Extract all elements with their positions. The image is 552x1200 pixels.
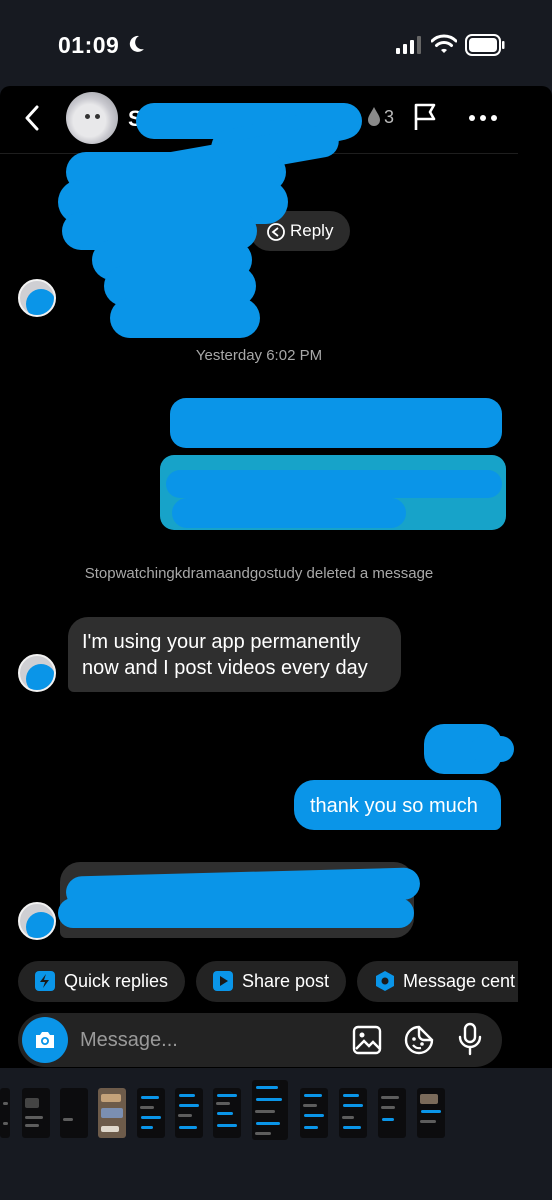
redacted-outgoing-message — [170, 398, 502, 448]
flag-icon[interactable] — [412, 102, 440, 132]
gallery-icon[interactable] — [352, 1025, 382, 1055]
redaction-scribble — [172, 498, 406, 528]
play-icon — [213, 971, 233, 991]
screenshot-thumbnail[interactable] — [339, 1088, 367, 1138]
wifi-icon — [431, 34, 457, 53]
incoming-message-line-1: I'm using your app permanently — [82, 631, 361, 653]
more-options-icon[interactable] — [468, 114, 498, 122]
redaction-scribble — [470, 736, 514, 762]
redaction-scribble — [58, 898, 414, 928]
cellular-signal-icon — [396, 36, 421, 54]
deleted-message-notice: Stopwatchingkdramaandgostudy deleted a m… — [84, 565, 434, 582]
microphone-icon[interactable] — [456, 1022, 484, 1056]
screenshot-thumbnail[interactable] — [378, 1088, 406, 1138]
screenshot-thumbnail[interactable] — [175, 1088, 203, 1138]
hexagon-icon — [376, 971, 394, 991]
screenshot-thumbnail[interactable] — [300, 1088, 328, 1138]
back-arrow-icon[interactable] — [22, 104, 42, 132]
sender-avatar[interactable] — [18, 902, 56, 940]
screen: 01:09 S 3 Reply — [0, 0, 552, 1200]
status-bar: 01:09 — [0, 0, 552, 86]
contact-avatar[interactable] — [66, 92, 118, 144]
status-time: 01:09 — [58, 32, 120, 58]
message-input[interactable]: Message... — [80, 1029, 178, 1052]
moon-icon — [129, 35, 144, 52]
camera-icon — [36, 1032, 54, 1048]
message-center-label[interactable]: Message cent — [403, 971, 515, 992]
screenshot-thumbnail[interactable] — [213, 1088, 241, 1138]
screenshot-thumbnail[interactable] — [22, 1088, 50, 1138]
sender-avatar[interactable] — [18, 279, 56, 317]
redaction-scribble — [110, 298, 260, 338]
screenshot-thumbnail[interactable] — [98, 1088, 126, 1138]
share-post-label[interactable]: Share post — [242, 971, 329, 992]
screenshot-thumbnail[interactable] — [0, 1088, 10, 1138]
camera-button[interactable] — [22, 1017, 68, 1063]
streak-count: 3 — [384, 107, 395, 127]
outgoing-message-text: thank you so much — [310, 795, 478, 817]
incoming-message-line-2: now and I post videos every day — [82, 657, 368, 679]
redaction-scribble — [166, 470, 502, 498]
quick-replies-label[interactable]: Quick replies — [64, 971, 168, 992]
battery-icon — [465, 34, 505, 56]
lightning-icon — [35, 971, 55, 991]
sticker-icon[interactable] — [403, 1024, 435, 1056]
incoming-message-bubble[interactable] — [68, 617, 401, 692]
reply-label[interactable]: Reply — [290, 221, 333, 241]
reply-icon — [267, 223, 285, 241]
sender-avatar[interactable] — [18, 654, 56, 692]
screenshot-thumbnail[interactable] — [417, 1088, 445, 1138]
screenshot-thumbnail-selected[interactable] — [252, 1080, 288, 1140]
screenshot-thumbnail[interactable] — [60, 1088, 88, 1138]
screenshot-thumbnail[interactable] — [137, 1088, 165, 1138]
message-timestamp: Yesterday 6:02 PM — [195, 347, 323, 364]
streak-drop-icon — [368, 107, 380, 126]
